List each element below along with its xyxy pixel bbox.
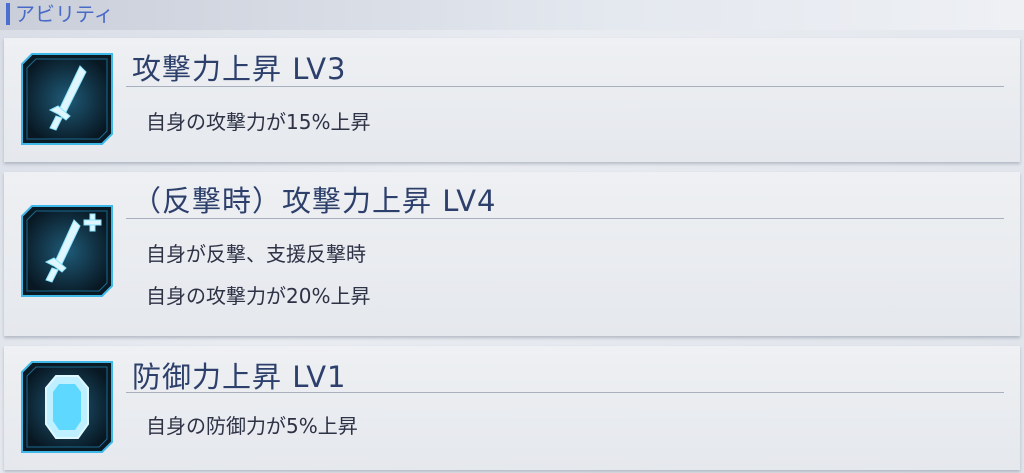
divider (126, 86, 1004, 87)
ability-description-line-2: 自身の攻撃力が20%上昇 (146, 284, 371, 308)
ability-card-defense-up[interactable]: 防御力上昇 LV1 自身の防御力が5%上昇 (4, 346, 1020, 470)
sword-plus-icon (18, 202, 116, 300)
ability-description: 自身の攻撃力が15%上昇 (146, 110, 371, 134)
divider (126, 218, 1004, 219)
divider (126, 392, 1004, 393)
shield-icon (18, 358, 116, 456)
section-accent-bar (6, 3, 10, 25)
section-header: アビリティ (0, 0, 1024, 30)
ability-card-attack-up[interactable]: 攻撃力上昇 LV3 自身の攻撃力が15%上昇 (4, 38, 1020, 162)
section-title: アビリティ (15, 2, 114, 26)
ability-name: （反撃時）攻撃力上昇 LV4 (132, 184, 497, 218)
sword-icon (18, 50, 116, 148)
ability-card-counter-attack-up[interactable]: （反撃時）攻撃力上昇 LV4 自身が反撃、支援反撃時 自身の攻撃力が20%上昇 (4, 172, 1020, 336)
ability-description: 自身の防御力が5%上昇 (146, 414, 358, 438)
ability-name: 攻撃力上昇 LV3 (132, 52, 347, 86)
ability-name: 防御力上昇 LV1 (132, 360, 347, 394)
ability-description-line-1: 自身が反撃、支援反撃時 (146, 242, 366, 266)
